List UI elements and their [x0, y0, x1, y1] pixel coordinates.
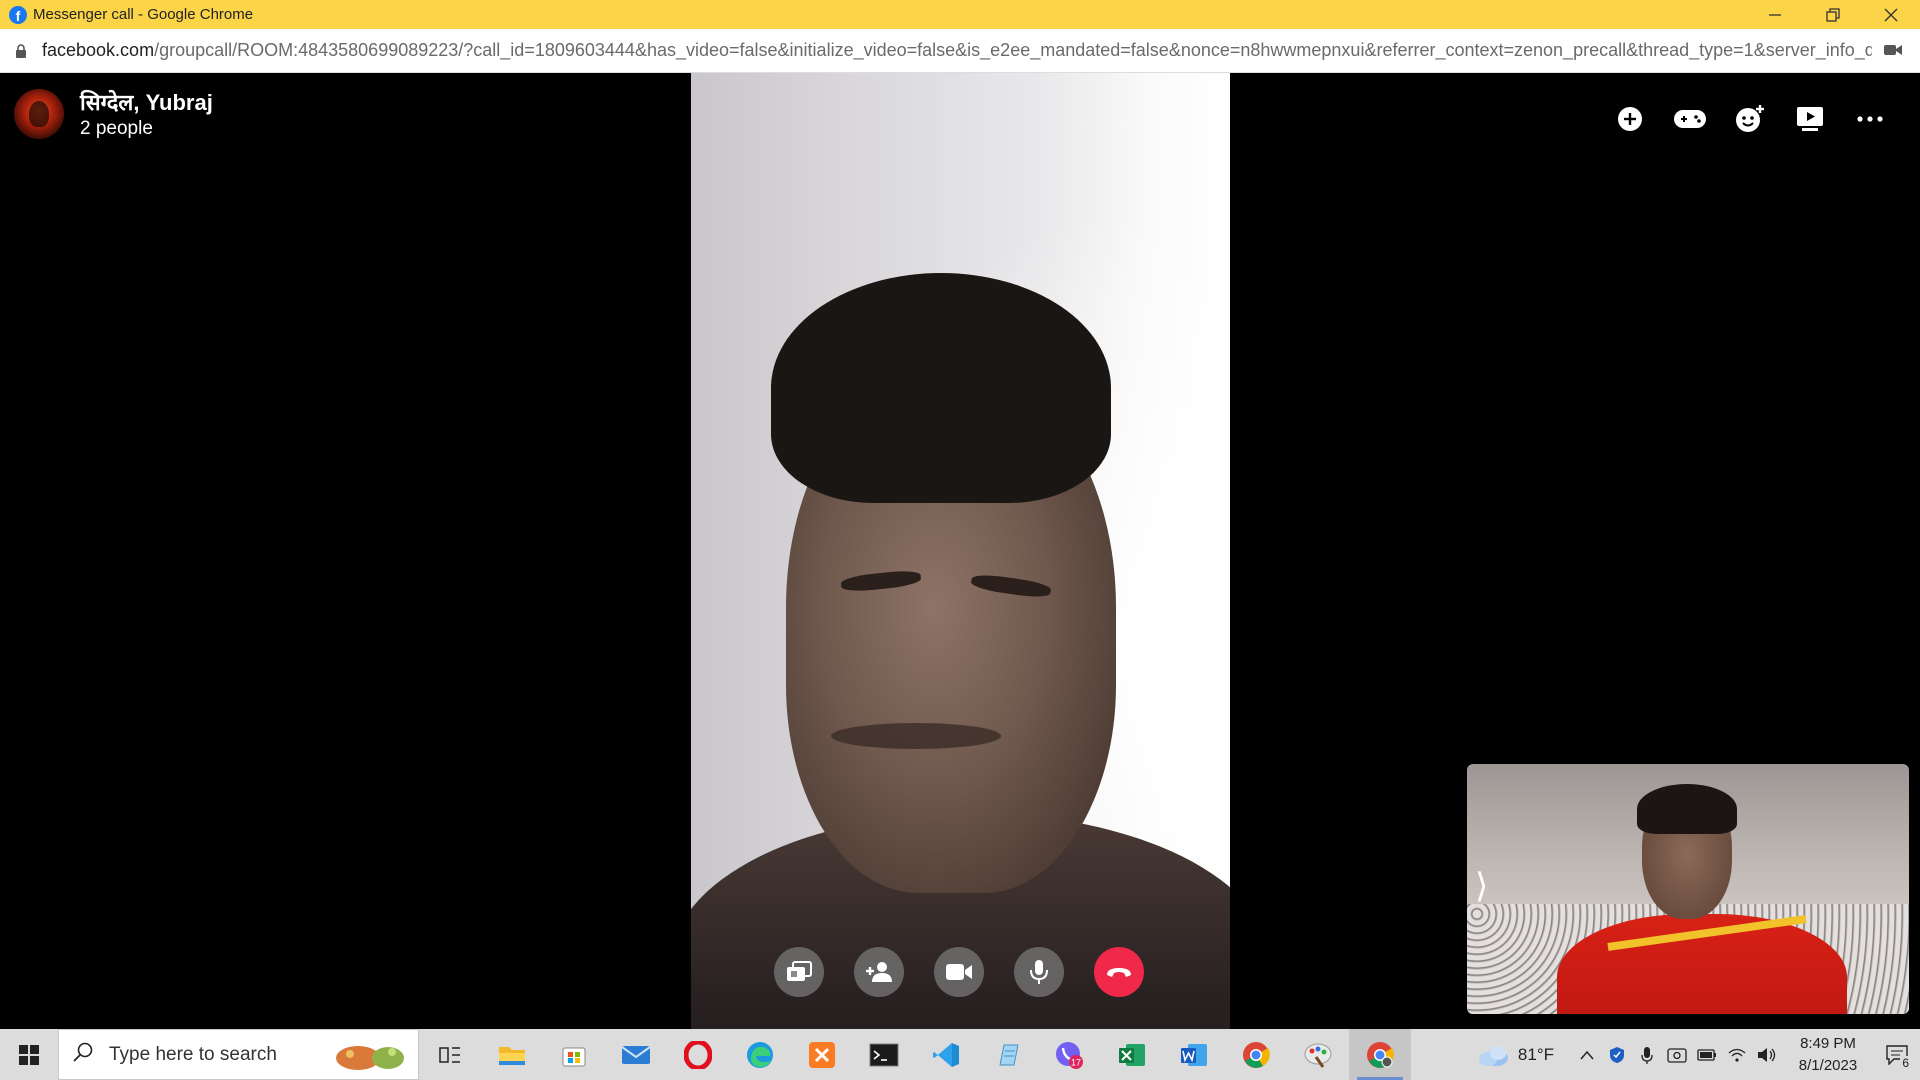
minimize-button[interactable]: [1746, 0, 1804, 29]
start-button[interactable]: [0, 1029, 58, 1080]
effects-icon[interactable]: [1720, 89, 1780, 149]
edge-icon[interactable]: [729, 1029, 791, 1080]
participant-count: 2 people: [80, 118, 153, 139]
add-icon[interactable]: [1600, 89, 1660, 149]
remote-video[interactable]: [691, 73, 1230, 1029]
system-tray: 81°F 8:49 PM 8/1/2023 6: [1476, 1029, 1920, 1080]
microphone-tray-icon[interactable]: [1632, 1029, 1662, 1080]
top-actions: [1600, 89, 1900, 149]
share-screen-icon[interactable]: [1780, 89, 1840, 149]
notification-center-button[interactable]: 6: [1874, 1029, 1920, 1080]
viber-badge: 17: [1071, 1057, 1081, 1067]
add-people-button[interactable]: [854, 947, 904, 997]
xampp-icon[interactable]: [791, 1029, 853, 1080]
share-screen-button[interactable]: [774, 947, 824, 997]
wifi-icon[interactable]: [1722, 1029, 1752, 1080]
microsoft-store-icon[interactable]: [543, 1029, 605, 1080]
window-controls: [1746, 0, 1920, 29]
call-name: सिग्देल, Yubraj: [80, 90, 213, 115]
terminal-icon[interactable]: [853, 1029, 915, 1080]
facebook-icon: f: [9, 5, 27, 24]
close-button[interactable]: [1862, 0, 1920, 29]
search-icon: [73, 1042, 93, 1067]
task-view-icon[interactable]: [419, 1029, 481, 1080]
end-call-button[interactable]: [1094, 947, 1144, 997]
search-placeholder: Type here to search: [109, 1043, 277, 1065]
window-titlebar: f Messenger call - Google Chrome: [0, 0, 1920, 29]
game-icon[interactable]: [1660, 89, 1720, 149]
video-button[interactable]: [934, 947, 984, 997]
url-domain: facebook.com: [42, 40, 155, 60]
window-title: Messenger call - Google Chrome: [33, 6, 254, 23]
battery-icon[interactable]: [1692, 1029, 1722, 1080]
avatar[interactable]: [14, 89, 64, 139]
clock-date: 8/1/2023: [1798, 1056, 1858, 1074]
call-header: सिग्देल, Yubraj 2 people: [14, 89, 213, 141]
call-screen: सिग्देल, Yubraj 2 people ⟩: [0, 73, 1920, 1029]
excel-icon[interactable]: [1101, 1029, 1163, 1080]
vscode-icon[interactable]: [915, 1029, 977, 1080]
call-controls: [774, 947, 1144, 997]
url-text[interactable]: facebook.com/groupcall/ROOM:484358069908…: [42, 40, 1872, 61]
viber-icon[interactable]: 17: [1039, 1029, 1101, 1080]
chevron-up-icon[interactable]: [1572, 1029, 1602, 1080]
self-view-video[interactable]: ⟩: [1467, 764, 1909, 1014]
mail-icon[interactable]: [605, 1029, 667, 1080]
volume-icon[interactable]: [1752, 1029, 1782, 1080]
collapse-self-view-button[interactable]: ⟩: [1475, 866, 1488, 906]
lock-icon[interactable]: [15, 43, 27, 58]
restore-button[interactable]: [1804, 0, 1862, 29]
notification-count: 6: [1900, 1056, 1911, 1070]
taskbar-search[interactable]: Type here to search: [58, 1029, 419, 1080]
notepad-icon[interactable]: [977, 1029, 1039, 1080]
chrome-active-icon[interactable]: [1349, 1029, 1411, 1080]
clock[interactable]: 8:49 PM 8/1/2023: [1782, 1033, 1874, 1077]
taskbar: Type here to search 17 81°F 8:49 PM 8/1/…: [0, 1029, 1920, 1080]
address-bar[interactable]: facebook.com/groupcall/ROOM:484358069908…: [0, 29, 1920, 73]
meet-now-icon[interactable]: [1662, 1029, 1692, 1080]
microphone-button[interactable]: [1014, 947, 1064, 997]
search-highlight-icon: [330, 1038, 410, 1074]
weather-temp: 81°F: [1517, 1044, 1554, 1064]
camera-blocked-icon[interactable]: [1884, 43, 1902, 62]
clock-time: 8:49 PM: [1800, 1034, 1856, 1052]
opera-icon[interactable]: [667, 1029, 729, 1080]
paint-icon[interactable]: [1287, 1029, 1349, 1080]
chrome-icon[interactable]: [1225, 1029, 1287, 1080]
url-path: /groupcall/ROOM:4843580699089223/?call_i…: [154, 40, 1872, 60]
defender-icon[interactable]: [1602, 1029, 1632, 1080]
word-icon[interactable]: [1163, 1029, 1225, 1080]
file-explorer-icon[interactable]: [481, 1029, 543, 1080]
more-icon[interactable]: [1840, 89, 1900, 149]
cloud-icon: [1478, 1045, 1508, 1066]
weather-widget[interactable]: 81°F: [1476, 1043, 1554, 1067]
